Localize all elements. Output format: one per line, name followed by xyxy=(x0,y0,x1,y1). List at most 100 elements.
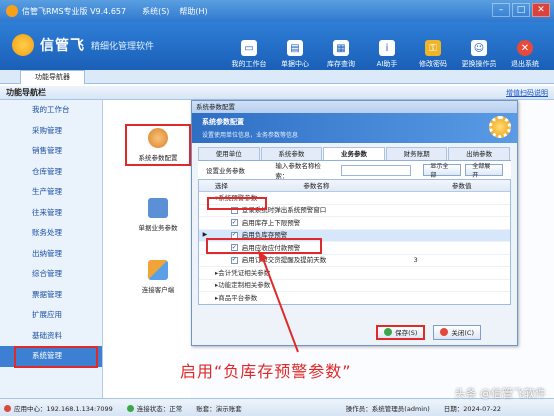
tab-system-params[interactable]: 系统参数 xyxy=(260,147,323,160)
dialog-titlebar: 系统参数配置 xyxy=(192,101,517,113)
tab-navigator[interactable]: 功能导航器 xyxy=(20,70,85,84)
param-name: 启用订单交货提醒及提前天数 xyxy=(241,256,327,264)
tab-fiscal-period[interactable]: 财务账期 xyxy=(385,147,448,160)
menu-system[interactable]: 系统(S) xyxy=(142,6,169,17)
show-all-label: 显示全部 xyxy=(430,163,449,179)
param-search-input[interactable] xyxy=(341,164,412,176)
toolbar-workbench-button[interactable]: ▭ 我的工作台 xyxy=(230,40,268,69)
status-account: 账套：演示账套 xyxy=(196,404,242,413)
brand: 信管飞 精细化管理软件 xyxy=(12,34,154,56)
param-checkbox[interactable]: ✓ xyxy=(230,219,238,227)
main-toolbar: ▭ 我的工作台 ▤ 单据中心 ▦ 库存查询 i AI助手 ⚿ 修改密码 ☺ 更换操作员 ✕ 退… xyxy=(230,40,544,69)
info-icon: i xyxy=(379,40,395,56)
toolbar-documents-button[interactable]: ▤ 单据中心 xyxy=(276,40,314,69)
sidebar-item-cashier[interactable]: 出纳管理 xyxy=(0,244,102,265)
minimize-icon[interactable]: – xyxy=(492,3,510,17)
save-label: 保存(S) xyxy=(395,329,418,337)
param-group-row[interactable]: ▸ 功能定制相关参数 xyxy=(199,279,510,292)
close-label: 关闭(C) xyxy=(451,329,474,337)
dialog-tabs: 使用单位 系统参数 业务参数 财务账期 出纳参数 xyxy=(198,147,511,161)
sidebar-highlight xyxy=(14,346,98,368)
param-group-name: 会计凭证相关参数 xyxy=(218,268,271,277)
param-row[interactable]: ✓ 启用订单交货提醒及提前天数 3 xyxy=(199,254,510,267)
menubar: 系统(S) 帮助(H) xyxy=(142,6,208,17)
param-select-cell: ▸ 功能定制相关参数 xyxy=(211,279,510,292)
tab-organization[interactable]: 使用单位 xyxy=(198,147,260,160)
status-server-text: 应用中心：192.168.1.134:7099 xyxy=(14,404,113,413)
toolbar-switch-user-button[interactable]: ☺ 更换操作员 xyxy=(460,40,498,69)
sidebar-item-workbench[interactable]: 我的工作台 xyxy=(0,100,102,121)
dialog-header-subtitle: 设置使用单位信息，业务参数等信息 xyxy=(202,132,299,139)
sidebar-item-bills[interactable]: 票据管理 xyxy=(0,285,102,306)
scan-help-link[interactable]: 增值扫码说明 xyxy=(506,86,548,100)
gear-icon xyxy=(489,116,511,138)
toolbar-exit-button[interactable]: ✕ 退出系统 xyxy=(506,40,544,69)
grid-header-pointer xyxy=(199,180,211,191)
param-value[interactable]: 3 xyxy=(414,254,510,267)
close-icon[interactable]: ✕ xyxy=(532,3,550,17)
group-highlight xyxy=(207,197,267,210)
expand-all-button[interactable]: 全部展开 xyxy=(465,163,504,179)
param-select-cell: ▸ 会计凭证相关参数 xyxy=(211,267,510,280)
desktop-icon: ▭ xyxy=(241,40,257,56)
tab-cashier-params[interactable]: 出纳参数 xyxy=(448,147,510,160)
brand-logo-icon xyxy=(12,34,34,56)
param-group-row[interactable]: ▸ 商品平台参数 xyxy=(199,292,510,305)
check-icon xyxy=(384,328,393,336)
param-select-cell: ▸ 商品平台参数 xyxy=(211,292,510,305)
status-operator: 操作员：系统管理员(admin) xyxy=(345,404,430,413)
maximize-icon[interactable]: □ xyxy=(512,3,530,17)
document-tabstrip: 功能导航器 xyxy=(0,70,554,84)
toolbar-label: 修改密码 xyxy=(419,60,447,68)
user-icon: ☺ xyxy=(471,40,487,56)
sidebar-item-purchase[interactable]: 采购管理 xyxy=(0,121,102,142)
database-gear-icon xyxy=(148,128,168,148)
toolbar-ai-button[interactable]: i AI助手 xyxy=(368,40,406,69)
param-group-row[interactable]: ▸ 会计凭证相关参数 xyxy=(199,267,510,280)
sidebar-item-general[interactable]: 综合管理 xyxy=(0,264,102,285)
toolbar-label: 我的工作台 xyxy=(231,60,267,68)
dialog-header: 系统参数配置 设置使用单位信息，业务参数等信息 xyxy=(192,113,517,143)
system-params-tool[interactable]: 系统参数配置 xyxy=(125,124,191,166)
sidebar-item-warehouse[interactable]: 仓库管理 xyxy=(0,162,102,183)
sidebar-item-production[interactable]: 生产管理 xyxy=(0,182,102,203)
document-icon: ▤ xyxy=(287,40,303,56)
grid-header-select: 选择 xyxy=(214,182,228,190)
grid-header-value: 参数值 xyxy=(452,182,472,190)
tool-label: 单据业务参数 xyxy=(138,224,178,232)
param-checkbox[interactable]: ✓ xyxy=(230,256,238,264)
toolbar-label: AI助手 xyxy=(376,60,398,68)
header-banner: 信管飞 精细化管理软件 ▭ 我的工作台 ▤ 单据中心 ▦ 库存查询 i AI助手 ⚿ 修改… xyxy=(0,22,554,70)
search-section-label: 设置业务参数 xyxy=(206,167,245,175)
client-connect-tool[interactable]: 连接客户端 xyxy=(125,260,191,294)
sidebar-item-extensions[interactable]: 扩展应用 xyxy=(0,305,102,326)
toolbar-label: 退出系统 xyxy=(511,60,539,68)
param-search-row: 设置业务参数 输入参数名称检索： 显示全部 全部展开 xyxy=(198,161,511,180)
close-button[interactable]: 关闭(C) xyxy=(433,324,481,340)
tab-business-params[interactable]: 业务参数 xyxy=(323,147,385,160)
nav-title: 功能导航栏 xyxy=(6,88,46,97)
network-icon xyxy=(148,260,168,280)
toolbar-password-button[interactable]: ⚿ 修改密码 xyxy=(414,40,452,69)
tool-label: 系统参数配置 xyxy=(138,154,178,162)
app-logo-icon xyxy=(6,5,18,17)
sidebar-item-basic-data[interactable]: 基础资料 xyxy=(0,326,102,347)
expand-all-label: 全部展开 xyxy=(472,163,491,179)
param-row[interactable]: ✓ 启用库存上下限预警 xyxy=(199,217,510,230)
toolbar-inventory-button[interactable]: ▦ 库存查询 xyxy=(322,40,360,69)
grid-header: 选择 参数名称 参数值 xyxy=(199,180,510,192)
window-titlebar: 信管飞RMS专业版 V9.4.657 系统(S) 帮助(H) – □ ✕ xyxy=(0,0,554,22)
dialog-header-title: 系统参数配置 xyxy=(202,118,244,126)
toolbar-label: 库存查询 xyxy=(327,60,355,68)
sidebar-item-accounts[interactable]: 往来管理 xyxy=(0,203,102,224)
toolbar-label: 更换操作员 xyxy=(461,60,497,68)
param-select-cell: ✓ 启用订单交货提醒及提前天数 xyxy=(211,254,414,267)
sidebar-item-sales[interactable]: 销售管理 xyxy=(0,141,102,162)
sidebar-item-bookkeeping[interactable]: 账务处理 xyxy=(0,223,102,244)
param-group-name: 功能定制相关参数 xyxy=(218,281,271,289)
show-all-button[interactable]: 显示全部 xyxy=(423,163,462,179)
save-button[interactable]: 保存(S) xyxy=(376,324,426,340)
document-params-tool[interactable]: 单据业务参数 xyxy=(125,198,191,232)
menu-help[interactable]: 帮助(H) xyxy=(179,6,207,17)
key-icon: ⚿ xyxy=(425,40,441,56)
